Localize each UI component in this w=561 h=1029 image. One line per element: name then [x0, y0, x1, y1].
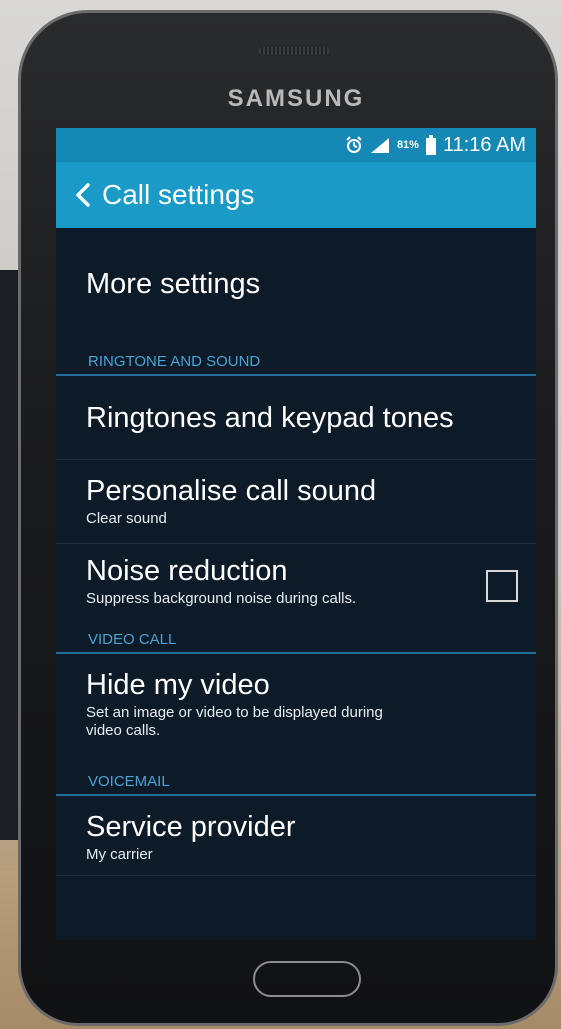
signal-icon [369, 136, 391, 154]
list-item-more-settings[interactable]: More settings [56, 228, 536, 340]
chevron-left-icon[interactable] [68, 180, 98, 210]
home-button[interactable] [253, 961, 361, 997]
list-item-title: Service provider [86, 811, 296, 843]
list-item-subtitle: Clear sound [86, 510, 167, 527]
list-item-subtitle: Suppress background noise during calls. [86, 590, 357, 607]
list-item-ringtones[interactable]: Ringtones and keypad tones [56, 376, 536, 460]
list-item-title: More settings [86, 268, 261, 300]
earpiece-speaker [259, 47, 329, 55]
list-item-personalise-call-sound[interactable]: Personalise call sound Clear sound [56, 460, 536, 544]
phone-screen: 81% 11:16 AM Call settings More settings… [56, 128, 536, 940]
section-header-voicemail: VOICEMAIL [56, 766, 536, 796]
settings-list: More settings RINGTONE AND SOUND Rington… [56, 228, 536, 876]
section-header-video-call: VIDEO CALL [56, 626, 536, 654]
battery-percent: 81% [396, 139, 419, 151]
page-title[interactable]: Call settings [102, 179, 255, 211]
list-item-subtitle: My carrier [86, 846, 153, 863]
list-item-title: Personalise call sound [86, 475, 377, 507]
noise-reduction-checkbox[interactable] [486, 570, 518, 602]
list-item-subtitle: Set an image or video to be displayed du… [86, 704, 383, 739]
battery-icon [425, 135, 437, 155]
alarm-icon [345, 136, 363, 154]
status-bar: 81% 11:16 AM [56, 128, 536, 162]
section-header-ringtone: RINGTONE AND SOUND [56, 340, 536, 376]
list-item-service-provider[interactable]: Service provider My carrier [56, 796, 536, 876]
list-item-title: Hide my video [86, 669, 270, 701]
action-bar: Call settings [56, 162, 536, 228]
list-item-hide-my-video[interactable]: Hide my video Set an image or video to b… [56, 654, 536, 766]
status-time: 11:16 AM [442, 133, 526, 156]
list-item-title: Ringtones and keypad tones [86, 401, 454, 434]
brand-logo: SAMSUNG [227, 85, 365, 112]
list-item-noise-reduction[interactable]: Noise reduction Suppress background nois… [56, 544, 536, 626]
list-item-title: Noise reduction [86, 555, 288, 587]
